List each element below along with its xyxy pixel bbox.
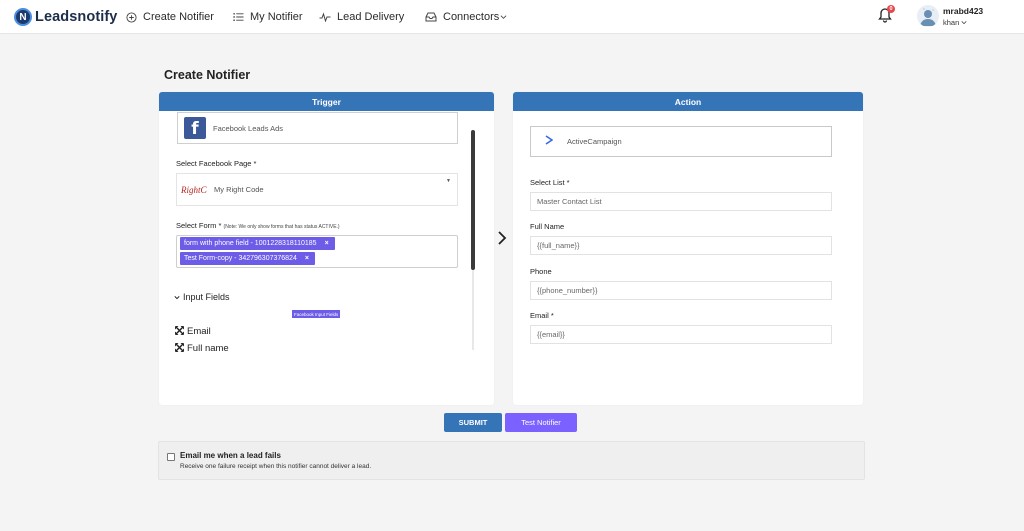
facebook-icon: f [184, 117, 206, 139]
user-menu-toggle[interactable]: khan [943, 18, 967, 27]
action-app-name: ActiveCampaign [567, 137, 622, 146]
activecampaign-icon [545, 135, 554, 148]
draggable-field[interactable]: Full name [175, 343, 229, 354]
trigger-scrollbar[interactable] [471, 130, 475, 270]
phone-label: Phone [530, 267, 552, 276]
email-on-fail-checkbox[interactable] [167, 453, 175, 461]
logo-mark-icon: N [14, 8, 32, 26]
remove-tag-icon[interactable]: × [325, 240, 329, 247]
phone-field[interactable]: {{phone_number}} [530, 281, 832, 300]
test-notifier-button[interactable]: Test Notifier [505, 413, 577, 432]
inbox-icon [424, 10, 438, 24]
facebook-page-select[interactable]: RightCo My Right Code ▼ [176, 173, 458, 206]
chevron-down-icon [961, 18, 967, 27]
failure-email-option: Email me when a lead fails Receive one f… [158, 441, 865, 480]
brand-name: Leadsnotify [35, 9, 118, 25]
input-fields-toggle[interactable]: Input Fields [174, 292, 230, 302]
caret-down-icon: ▼ [446, 178, 451, 184]
select-list-field[interactable]: Master Contact List [530, 192, 832, 211]
action-app-box[interactable]: ActiveCampaign [530, 126, 832, 157]
trigger-card-header: Trigger [159, 92, 494, 111]
failure-email-title: Email me when a lead fails [180, 451, 281, 460]
avatar[interactable] [917, 5, 939, 27]
nav-connectors[interactable]: Connectors [424, 9, 507, 25]
action-card: Action ActiveCampaign Select List * Mast… [513, 92, 863, 405]
list-icon [231, 10, 245, 24]
facebook-page-value: My Right Code [214, 185, 264, 194]
facebook-input-fields-tag: Facebook Input Fields [292, 310, 341, 318]
activity-icon [318, 10, 332, 24]
trigger-app-box[interactable]: f Facebook Leads Ads [177, 112, 458, 144]
email-field[interactable]: {{email}} [530, 325, 832, 344]
select-form-label: Select Form * (Note: We only show forms … [176, 221, 340, 230]
remove-tag-icon[interactable]: × [305, 255, 309, 262]
trigger-card: Trigger f Facebook Leads Ads Select Face… [159, 92, 494, 405]
nav-lead-delivery[interactable]: Lead Delivery [318, 9, 404, 25]
form-tag-label: Test Form-copy - 342796307376824 [184, 255, 297, 262]
input-fields-title: Input Fields [183, 292, 230, 302]
move-icon [175, 326, 184, 337]
facebook-page-label: Select Facebook Page * [176, 159, 257, 168]
form-tag: form with phone field - 1001228318110185… [180, 237, 335, 250]
select-form-note: (Note: We only show forms that has statu… [223, 224, 340, 230]
page-title: Create Notifier [164, 68, 251, 82]
draggable-field[interactable]: Email [175, 326, 211, 337]
chevron-down-icon [500, 11, 507, 23]
user-sub-label: khan [943, 18, 960, 27]
submit-button[interactable]: SUBMIT [444, 413, 502, 432]
form-tag: Test Form-copy - 342796307376824 × [180, 252, 315, 265]
notification-count-badge: 0 [887, 5, 895, 13]
email-label: Email * [530, 311, 554, 320]
form-tag-label: form with phone field - 1001228318110185 [184, 240, 317, 247]
nav-create-notifier[interactable]: Create Notifier [124, 9, 214, 25]
action-card-header: Action [513, 92, 863, 111]
chevron-down-icon [174, 293, 180, 302]
nav-connectors-label: Connectors [443, 11, 500, 23]
chevron-right-icon [497, 230, 509, 248]
brand-logo[interactable]: N Leadsnotify [14, 7, 117, 27]
page-logo: RightCo [181, 184, 207, 195]
failure-email-subtitle: Receive one failure receipt when this no… [180, 463, 372, 470]
nav-lead-delivery-label: Lead Delivery [337, 11, 405, 23]
nav-my-notifier-label: My Notifier [250, 11, 303, 23]
field-label: Email [187, 326, 211, 337]
field-label: Full name [187, 343, 229, 354]
trigger-scroll-track[interactable] [472, 270, 474, 350]
full-name-field[interactable]: {{full_name}} [530, 236, 832, 255]
plus-circle-icon [124, 10, 138, 24]
trigger-app-name: Facebook Leads Ads [213, 123, 284, 133]
select-form-label-text: Select Form * [176, 221, 222, 230]
select-list-label: Select List * [530, 178, 570, 187]
nav-create-notifier-label: Create Notifier [143, 11, 214, 23]
nav-my-notifier[interactable]: My Notifier [231, 9, 303, 25]
top-navbar: N Leadsnotify Create Notifier My Notifie… [0, 0, 1024, 34]
user-name[interactable]: mrabd423 [943, 6, 983, 16]
select-form-multiselect[interactable]: form with phone field - 1001228318110185… [176, 235, 458, 268]
full-name-label: Full Name [530, 222, 565, 231]
move-icon [175, 343, 184, 354]
